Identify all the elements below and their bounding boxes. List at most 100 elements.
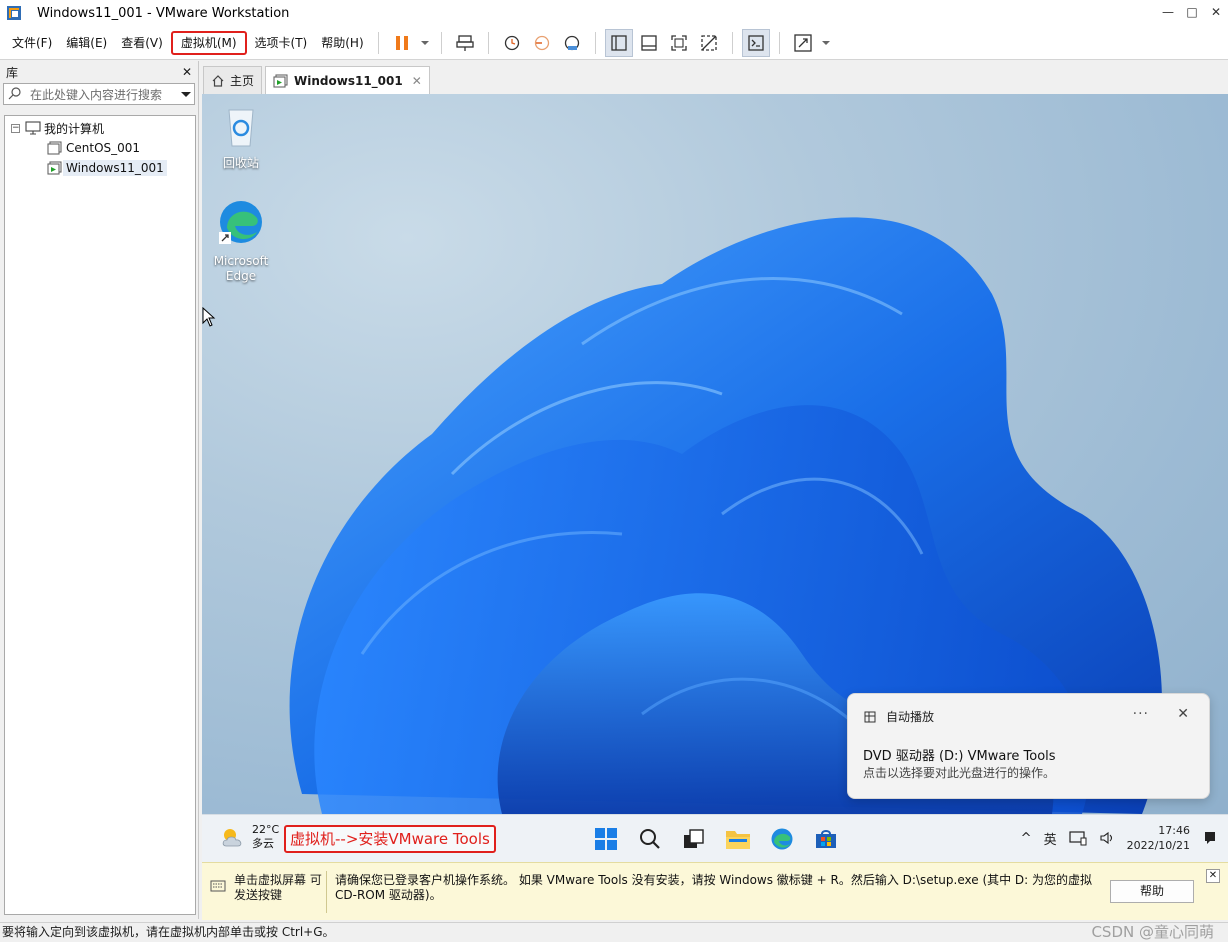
library-panel: 库 ✕ 在此处键入内容进行搜索 − 我的计算机 CentOS_001 Windo… <box>0 61 199 919</box>
weather-temperature: 22°C <box>252 823 280 836</box>
show-hidden-icons-button[interactable]: ^ <box>1021 831 1032 846</box>
full-screen-button[interactable] <box>665 29 693 57</box>
file-explorer-button[interactable] <box>722 823 754 855</box>
search-icon <box>640 829 660 849</box>
chevron-down-icon <box>420 40 429 45</box>
pause-dropdown[interactable] <box>418 29 432 57</box>
window-title: Windows11_001 - VMware Workstation <box>37 5 290 21</box>
close-window-button[interactable]: ✕ <box>1204 0 1228 26</box>
volume-icon[interactable] <box>1099 830 1115 846</box>
chevron-down-icon[interactable] <box>178 86 194 102</box>
menu-edit[interactable]: 编辑(E) <box>60 31 113 55</box>
menu-help[interactable]: 帮助(H) <box>315 31 369 55</box>
tree-item-centos[interactable]: CentOS_001 <box>5 138 195 158</box>
collapse-toggle[interactable]: − <box>11 123 20 133</box>
folder-icon <box>726 831 750 849</box>
edge-taskbar-button[interactable] <box>766 823 798 855</box>
stretch-guest-button[interactable] <box>789 29 817 57</box>
snapshot-manager-icon <box>564 35 579 50</box>
vmware-app-icon <box>7 6 21 20</box>
search-taskbar-button[interactable] <box>634 823 666 855</box>
menu-vm[interactable]: 虚拟机(M) <box>170 30 247 55</box>
home-icon <box>212 74 224 87</box>
snapshot-icon <box>504 35 519 50</box>
toast-title: DVD 驱动器 (D:) VMware Tools <box>863 749 1056 764</box>
computer-icon <box>25 121 41 135</box>
tree-item-windows11[interactable]: Windows11_001 <box>5 158 195 178</box>
menu-file[interactable]: 文件(F) <box>6 31 58 55</box>
thumbnail-bar-button[interactable] <box>635 29 663 57</box>
menu-tabs[interactable]: 选项卡(T) <box>249 31 314 55</box>
thumbnail-view-icon <box>640 34 657 51</box>
toast-body: 点击以选择要对此光盘进行的操作。 <box>863 766 1056 780</box>
minimize-button[interactable]: — <box>1156 0 1180 26</box>
clock[interactable]: 17:46 2022/10/21 <box>1127 823 1190 853</box>
maximize-button[interactable]: □ <box>1180 0 1204 26</box>
network-icon[interactable] <box>1068 830 1087 846</box>
status-bar: 要将输入定向到该虚拟机，请在虚拟机内部单击或按 Ctrl+G。 CSDN @童心… <box>0 922 1228 942</box>
show-library-button[interactable] <box>604 28 633 57</box>
tree-item-label: 我的计算机 <box>44 121 105 136</box>
annotation-callout: 虚拟机-->安装VMware Tools <box>284 825 496 853</box>
menu-toolbar: 文件(F) 编辑(E) 查看(V) 虚拟机(M) 选项卡(T) 帮助(H) <box>0 26 1228 60</box>
start-button[interactable] <box>590 823 622 855</box>
toast-more-button[interactable]: ··· <box>1133 706 1149 722</box>
tab-label: Windows11_001 <box>294 73 403 88</box>
vm-running-icon <box>47 161 62 175</box>
desktop-icon-edge[interactable]: Microsoft Edge <box>210 198 272 284</box>
task-view-icon <box>684 829 704 848</box>
help-button[interactable]: 帮助 <box>1110 880 1194 903</box>
tab-close-button[interactable]: ✕ <box>412 74 422 88</box>
tab-windows11[interactable]: Windows11_001 ✕ <box>265 66 430 94</box>
toolbar-divider <box>731 31 733 54</box>
console-view-button[interactable] <box>741 28 770 57</box>
stretch-icon <box>793 33 812 52</box>
send-ctrl-alt-del-button[interactable] <box>451 29 479 57</box>
revert-snapshot-icon <box>534 35 549 50</box>
weather-widget[interactable]: 22°C 多云 <box>220 823 279 851</box>
windows-start-icon <box>595 828 617 850</box>
weather-description: 多云 <box>252 837 274 850</box>
menu-view[interactable]: 查看(V) <box>115 31 169 55</box>
hint-left-text: 单击虚拟屏幕 可发送按键 <box>234 873 322 902</box>
snapshot-button[interactable] <box>498 29 526 57</box>
tree-item-label: Windows11_001 <box>63 160 167 176</box>
keyboard-send-icon <box>455 34 474 51</box>
toast-app-name: 自动播放 <box>886 710 935 724</box>
search-icon <box>8 87 21 100</box>
revert-snapshot-button[interactable] <box>528 29 556 57</box>
watermark: CSDN @童心同萌 <box>1091 923 1214 941</box>
input-method-indicator[interactable]: 英 <box>1044 829 1057 848</box>
edge-browser-icon <box>771 828 793 850</box>
unity-icon <box>700 34 717 51</box>
toolbar-divider <box>778 31 780 54</box>
stretch-dropdown[interactable] <box>819 29 833 57</box>
library-search-input[interactable]: 在此处键入内容进行搜索 <box>3 83 195 105</box>
hint-divider <box>326 871 327 913</box>
desktop-icon-recycle-bin[interactable]: 回收站 <box>210 104 272 171</box>
hint-close-button[interactable]: ✕ <box>1206 869 1220 883</box>
unity-button[interactable] <box>695 29 723 57</box>
library-view-icon <box>610 34 627 51</box>
tab-home[interactable]: 主页 <box>203 66 263 94</box>
tree-item-my-computer[interactable]: − 我的计算机 <box>5 118 195 138</box>
toolbar-divider <box>594 31 596 54</box>
autoplay-notification[interactable]: 自动播放 ··· ✕ DVD 驱动器 (D:) VMware Tools 点击以… <box>847 693 1210 799</box>
library-close-button[interactable]: ✕ <box>182 65 192 79</box>
store-taskbar-button[interactable] <box>810 823 842 855</box>
task-view-button[interactable] <box>678 823 710 855</box>
snapshot-manager-button[interactable] <box>558 29 586 57</box>
hint-message: 请确保您已登录客户机操作系统。 如果 VMware Tools 没有安装，请按 … <box>335 873 1093 902</box>
full-screen-icon <box>670 34 687 51</box>
cloudy-weather-icon <box>222 829 242 847</box>
pause-button[interactable] <box>388 29 416 57</box>
vm-icon <box>47 141 62 155</box>
system-tray: ^ 英 17:46 2022/10/21 <box>1021 823 1218 853</box>
guest-taskbar: 22°C 多云 虚拟机-->安装VMware Tools ^ 英 17:46 2… <box>202 814 1228 862</box>
recycle-bin-icon <box>228 109 254 147</box>
hint-click-to-send: 单击虚拟屏幕 可发送按键 <box>210 873 324 903</box>
vmware-tools-hint-bar: 单击虚拟屏幕 可发送按键 请确保您已登录客户机操作系统。 如果 VMware T… <box>202 862 1228 920</box>
console-icon <box>747 34 764 51</box>
toast-close-button[interactable]: ✕ <box>1177 706 1189 722</box>
notification-icon[interactable] <box>1202 830 1218 846</box>
